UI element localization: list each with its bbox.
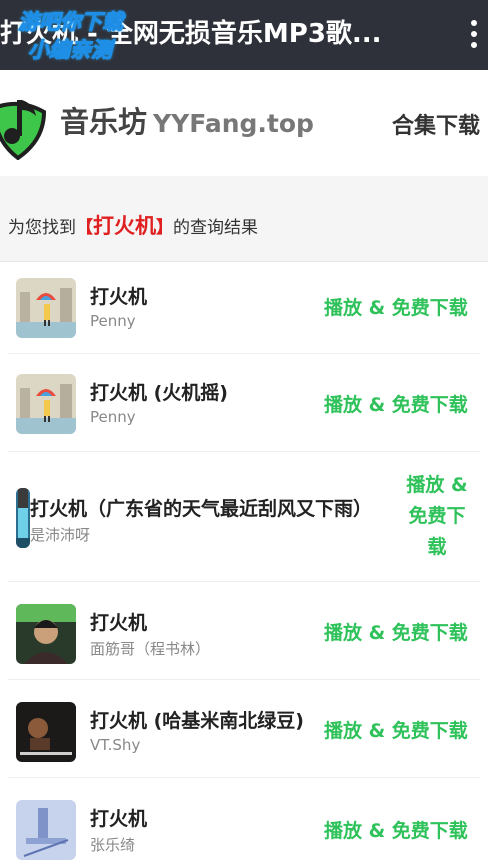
brand[interactable]: 音乐坊 YYFang.top [60,102,314,142]
song-artist: VT.Shy [90,736,141,754]
app-bar: 打火机 - 全网无损音乐MP3歌... 游吧你下载 小编亲测 [0,0,488,70]
play-download-button[interactable]: 播放 & 免费下载 [324,390,468,417]
more-vertical-icon[interactable] [464,18,484,50]
song-title[interactable]: 打火机 [90,804,147,831]
list-item[interactable]: 打火机 (火机摇) Penny 播放 & 免费下载 [8,354,480,452]
song-artist: 是沛沛呀 [30,526,91,544]
blue-figure-cover [16,488,30,548]
list-item[interactable]: 打火机 张乐绮 播放 & 免费下载 [8,778,480,862]
dark-photo-cover [16,702,76,762]
play-download-button[interactable]: 播放 & 免费下载 [324,618,468,645]
play-download-button[interactable]: 播放 & 免费下载 [324,816,468,843]
search-keyword: 打火机 [93,214,156,238]
song-title[interactable]: 打火机 [90,608,147,635]
collection-download-link[interactable]: 合集下载 [392,108,480,140]
brand-domain: YYFang.top [153,109,314,138]
list-item[interactable]: 打火机（广东省的天气最近刮风又下雨） 是沛沛呀 播放 & 免费下载 [8,452,480,582]
song-title[interactable]: 打火机 (哈基米南北绿豆) [90,706,304,733]
summary-bracket-open: 【 [76,218,93,238]
rainy-city-cover [16,374,76,434]
song-artist: 张乐绮 [90,836,136,854]
watermark-line2: 小编亲测 [28,38,113,63]
song-title[interactable]: 打火机 (火机摇) [90,378,228,405]
list-item[interactable]: 打火机 Penny 播放 & 免费下载 [8,262,480,354]
list-item[interactable]: 打火机 面筋哥（程书林） 播放 & 免费下载 [8,582,480,680]
search-summary-text: 为您找到【打火机】的查询结果 [8,210,258,240]
play-download-button[interactable]: 播放 & 免费下载 [324,293,468,320]
portrait-cover [16,604,76,664]
song-artist: 面筋哥（程书林） [90,640,211,658]
watermark-logo: 游吧你下载 小编亲测 [16,4,150,66]
site-header: 音乐坊 YYFang.top 合集下载 [0,74,488,176]
summary-suffix: 的查询结果 [173,218,258,238]
summary-prefix: 为您找到 [8,218,76,238]
song-artist: Penny [90,312,136,330]
list-item[interactable]: 打火机 (哈基米南北绿豆) VT.Shy 播放 & 免费下载 [8,680,480,778]
blue-sketch-cover [16,800,76,860]
song-title[interactable]: 打火机（广东省的天气最近刮风又下雨） [30,494,372,521]
search-summary: 为您找到【打火机】的查询结果 [0,176,488,262]
song-artist: Penny [90,408,136,426]
summary-bracket-close: 】 [156,218,173,238]
watermark-line1: 游吧你下载 [18,10,124,35]
play-download-button[interactable]: 播放 & 免费下载 [324,716,468,743]
song-title[interactable]: 打火机 [90,282,147,309]
play-download-button[interactable]: 播放 & 免费下载 [400,470,474,563]
brand-name-cn: 音乐坊 [60,105,148,139]
rainy-city-cover [16,278,76,338]
music-note-shield-icon[interactable] [0,90,47,161]
